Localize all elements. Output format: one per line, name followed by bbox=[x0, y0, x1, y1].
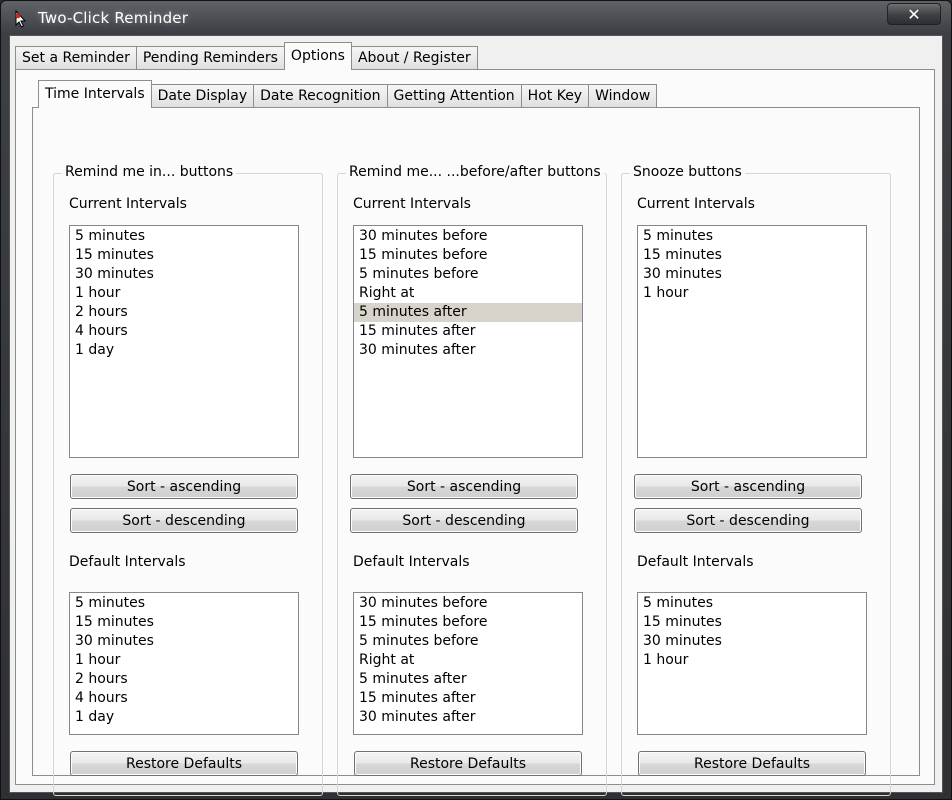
current-intervals-list[interactable]: 5 minutes 15 minutes 30 minutes 1 hour 2 hou… bbox=[69, 225, 299, 458]
list-item[interactable]: 30 minutes bbox=[70, 265, 298, 284]
restore-defaults-button[interactable]: Restore Defaults bbox=[70, 751, 298, 776]
group-title: Remind me in... buttons bbox=[62, 164, 237, 180]
list-item[interactable]: 5 minutes bbox=[70, 594, 298, 613]
sort-descending-button[interactable]: Sort - descending bbox=[634, 508, 862, 533]
snooze-group: Snooze buttons Current Intervals 5 minut… bbox=[621, 164, 891, 796]
sort-ascending-button[interactable]: Sort - ascending bbox=[634, 474, 862, 499]
list-item[interactable]: 30 minutes after bbox=[354, 708, 582, 727]
list-item[interactable]: 5 minutes bbox=[70, 227, 298, 246]
sort-descending-button[interactable]: Sort - descending bbox=[350, 508, 578, 533]
list-item[interactable]: 15 minutes bbox=[638, 246, 866, 265]
default-intervals-list[interactable]: 5 minutes 15 minutes 30 minutes 1 hour bbox=[637, 592, 867, 735]
list-item[interactable]: 4 hours bbox=[70, 689, 298, 708]
list-item[interactable]: 15 minutes bbox=[70, 613, 298, 632]
list-item[interactable]: 15 minutes before bbox=[354, 613, 582, 632]
remind-me-in-group: Remind me in... buttons Current Interval… bbox=[53, 164, 323, 796]
list-item[interactable]: 1 hour bbox=[638, 284, 866, 303]
default-intervals-label: Default Intervals bbox=[69, 554, 186, 570]
tab-options[interactable]: Options bbox=[283, 42, 352, 70]
tab-time-intervals[interactable]: Time Intervals bbox=[38, 80, 152, 108]
default-intervals-label: Default Intervals bbox=[353, 554, 470, 570]
list-item[interactable]: 1 hour bbox=[70, 284, 298, 303]
list-item[interactable]: Right at bbox=[354, 651, 582, 670]
main-tab-strip: Set a Reminder Pending Reminders Options… bbox=[15, 42, 478, 70]
title-bar[interactable]: Two-Click Reminder ✕ bbox=[1, 1, 951, 35]
list-item[interactable]: 5 minutes before bbox=[354, 265, 582, 284]
tab-set-a-reminder[interactable]: Set a Reminder bbox=[15, 46, 137, 70]
default-intervals-list[interactable]: 30 minutes before 15 minutes before 5 minu… bbox=[353, 592, 583, 735]
list-item[interactable]: 5 minutes before bbox=[354, 632, 582, 651]
list-item[interactable]: 30 minutes bbox=[638, 265, 866, 284]
list-item[interactable]: 30 minutes bbox=[638, 632, 866, 651]
close-button[interactable]: ✕ bbox=[887, 3, 941, 25]
list-item[interactable]: 30 minutes before bbox=[354, 227, 582, 246]
tab-about-register[interactable]: About / Register bbox=[350, 46, 478, 70]
current-intervals-list[interactable]: 5 minutes 15 minutes 30 minutes 1 hour bbox=[637, 225, 867, 458]
list-item[interactable]: 2 hours bbox=[70, 303, 298, 322]
list-item[interactable]: 1 day bbox=[70, 708, 298, 727]
window-title: Two-Click Reminder bbox=[38, 9, 189, 27]
tab-date-display[interactable]: Date Display bbox=[150, 84, 255, 108]
default-intervals-label: Default Intervals bbox=[637, 554, 754, 570]
restore-defaults-button[interactable]: Restore Defaults bbox=[638, 751, 866, 776]
list-item[interactable]: 5 minutes after bbox=[354, 303, 582, 322]
list-item[interactable]: 15 minutes after bbox=[354, 322, 582, 341]
list-item[interactable]: 1 hour bbox=[70, 651, 298, 670]
tab-hot-key[interactable]: Hot Key bbox=[520, 84, 590, 108]
current-intervals-label: Current Intervals bbox=[637, 196, 755, 212]
sort-ascending-button[interactable]: Sort - ascending bbox=[70, 474, 298, 499]
list-item[interactable]: 15 minutes after bbox=[354, 689, 582, 708]
list-item[interactable]: 2 hours bbox=[70, 670, 298, 689]
restore-defaults-button[interactable]: Restore Defaults bbox=[354, 751, 582, 776]
list-item[interactable]: 5 minutes after bbox=[354, 670, 582, 689]
current-intervals-label: Current Intervals bbox=[353, 196, 471, 212]
before-after-group: Remind me... ...before/after buttons Cur… bbox=[337, 164, 607, 796]
list-item[interactable]: 5 minutes bbox=[638, 227, 866, 246]
client-area: Set a Reminder Pending Reminders Options… bbox=[9, 35, 943, 796]
list-item[interactable]: 1 hour bbox=[638, 651, 866, 670]
default-intervals-list[interactable]: 5 minutes 15 minutes 30 minutes 1 hour 2 hou… bbox=[69, 592, 299, 735]
sort-ascending-button[interactable]: Sort - ascending bbox=[350, 474, 578, 499]
app-window: Two-Click Reminder ✕ Set a Reminder Pend… bbox=[0, 0, 952, 800]
current-intervals-list[interactable]: 30 minutes before 15 minutes before 5 minu… bbox=[353, 225, 583, 458]
sort-descending-button[interactable]: Sort - descending bbox=[70, 508, 298, 533]
app-logo-icon bbox=[13, 9, 29, 28]
list-item[interactable]: 15 minutes bbox=[638, 613, 866, 632]
group-title: Snooze buttons bbox=[630, 164, 745, 180]
list-item[interactable]: 30 minutes bbox=[70, 632, 298, 651]
tab-getting-attention[interactable]: Getting Attention bbox=[386, 84, 522, 108]
list-item[interactable]: 1 day bbox=[70, 341, 298, 360]
tab-date-recognition[interactable]: Date Recognition bbox=[253, 84, 388, 108]
list-item[interactable]: 30 minutes before bbox=[354, 594, 582, 613]
group-title: Remind me... ...before/after buttons bbox=[346, 164, 604, 180]
current-intervals-label: Current Intervals bbox=[69, 196, 187, 212]
list-item[interactable]: 30 minutes after bbox=[354, 341, 582, 360]
tab-window[interactable]: Window bbox=[588, 84, 658, 108]
close-icon: ✕ bbox=[907, 4, 921, 24]
time-intervals-panel: Remind me in... buttons Current Interval… bbox=[32, 107, 920, 796]
options-panel: Time Intervals Date Display Date Recogni… bbox=[15, 69, 935, 796]
list-item[interactable]: 15 minutes before bbox=[354, 246, 582, 265]
list-item[interactable]: Right at bbox=[354, 284, 582, 303]
list-item[interactable]: 4 hours bbox=[70, 322, 298, 341]
list-item[interactable]: 15 minutes bbox=[70, 246, 298, 265]
options-tab-strip: Time Intervals Date Display Date Recogni… bbox=[38, 80, 658, 108]
tab-pending-reminders[interactable]: Pending Reminders bbox=[135, 46, 285, 70]
list-item[interactable]: 5 minutes bbox=[638, 594, 866, 613]
